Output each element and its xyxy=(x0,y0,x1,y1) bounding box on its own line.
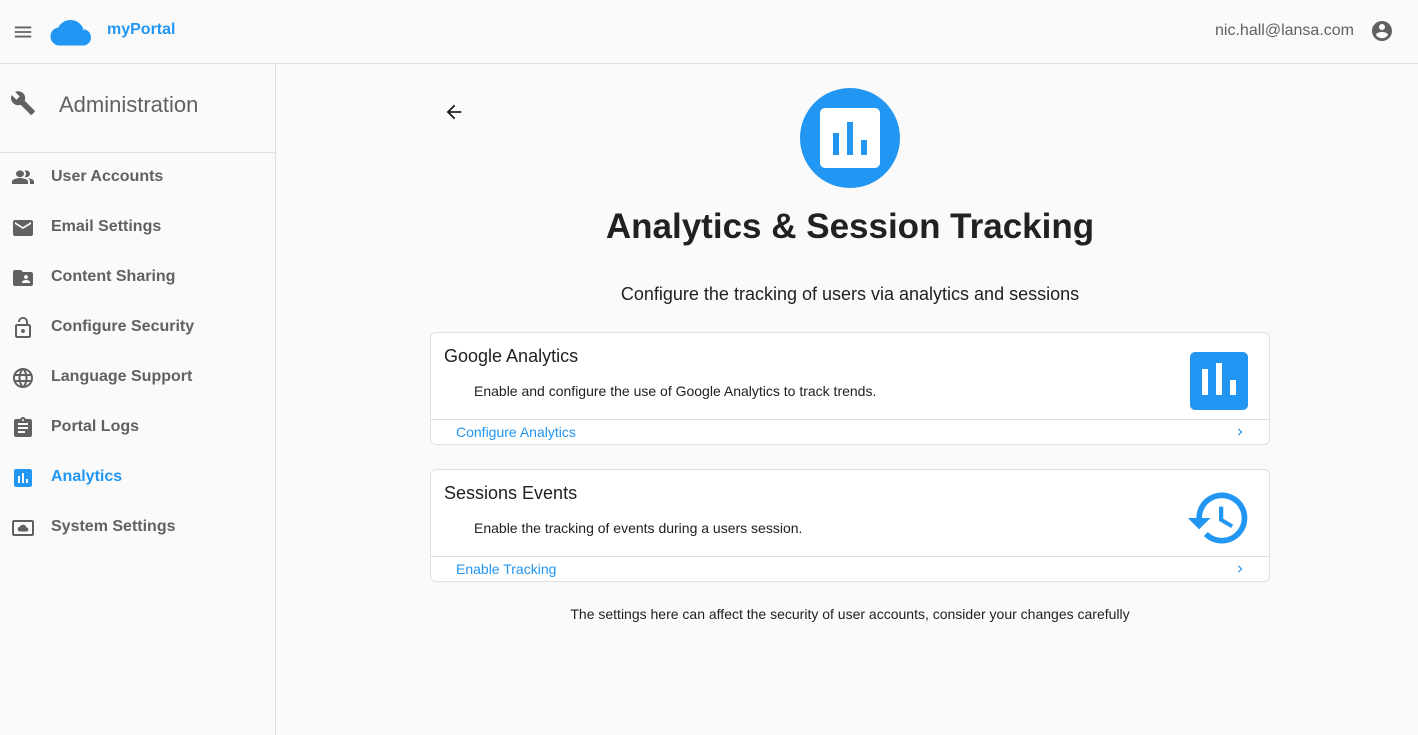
people-icon xyxy=(12,170,34,184)
chevron-right-icon[interactable] xyxy=(1233,562,1247,576)
sidebar-item-language-support[interactable]: Language Support xyxy=(0,353,275,403)
card-link-label[interactable]: Configure Analytics xyxy=(456,424,576,440)
sidebar-header: Administration xyxy=(0,64,275,153)
bar-chart-icon xyxy=(14,469,32,487)
configure-analytics-link[interactable]: Configure Analytics xyxy=(431,419,1269,444)
sidebar-item-configure-security[interactable]: Configure Security xyxy=(0,303,275,353)
sidebar-item-label: Configure Security xyxy=(51,318,195,335)
sidebar-item-portal-logs[interactable]: Portal Logs xyxy=(0,403,275,453)
sidebar-item-label: Analytics xyxy=(51,468,123,485)
lock-open-icon xyxy=(15,317,31,338)
session-events-card: Sessions Events Enable the tracking of e… xyxy=(430,469,1270,582)
sidebar-item-label: Email Settings xyxy=(51,218,162,235)
card-title: Google Analytics xyxy=(444,346,579,366)
globe-icon xyxy=(13,368,33,388)
hamburger-menu-icon[interactable] xyxy=(12,21,34,43)
sidebar-item-system-settings[interactable]: System Settings xyxy=(0,503,275,553)
sidebar-item-label: Portal Logs xyxy=(51,418,140,435)
account-circle-icon[interactable] xyxy=(1370,19,1394,43)
arrow-left-icon[interactable] xyxy=(443,101,465,123)
security-warning-note: The settings here can affect the securit… xyxy=(570,606,1130,622)
google-analytics-card: Google Analytics Enable and configure th… xyxy=(430,332,1270,445)
sidebar-item-user-accounts[interactable]: User Accounts xyxy=(0,153,275,203)
cloud-settings-icon xyxy=(12,520,34,536)
sidebar-item-label: Content Sharing xyxy=(51,268,176,285)
card-description: Enable the tracking of events during a u… xyxy=(474,520,803,536)
enable-tracking-link[interactable]: Enable Tracking xyxy=(431,556,1269,581)
sidebar-nav: User Accounts Email Settings Content Sha… xyxy=(0,153,275,553)
bar-chart-icon xyxy=(1190,352,1248,410)
sidebar-item-label: System Settings xyxy=(51,518,176,535)
chevron-right-icon[interactable] xyxy=(1233,425,1247,439)
hero-analytics-badge xyxy=(800,88,900,188)
mail-icon xyxy=(13,220,33,236)
clipboard-icon xyxy=(14,417,32,437)
app-title[interactable]: myPortal xyxy=(107,21,175,39)
wrench-icon xyxy=(11,91,35,115)
card-description: Enable and configure the use of Google A… xyxy=(474,383,877,399)
card-link-label[interactable]: Enable Tracking xyxy=(456,561,556,577)
sidebar-item-label: User Accounts xyxy=(51,168,164,185)
sidebar: Administration User Accounts Email Setti… xyxy=(0,64,276,735)
bar-chart-icon xyxy=(820,108,880,168)
card-title: Sessions Events xyxy=(444,483,578,503)
user-email: nic.hall@lansa.com xyxy=(1215,22,1354,39)
page-title: Analytics & Session Tracking xyxy=(605,207,1095,246)
cloud-icon xyxy=(50,20,91,46)
sidebar-item-content-sharing[interactable]: Content Sharing xyxy=(0,253,275,303)
app-header: myPortal nic.hall@lansa.com xyxy=(0,0,1418,64)
sidebar-item-email-settings[interactable]: Email Settings xyxy=(0,203,275,253)
history-icon xyxy=(1187,492,1248,544)
main-content: Analytics & Session Tracking Configure t… xyxy=(277,64,1418,735)
sidebar-item-label: Language Support xyxy=(51,368,193,385)
page-subtitle: Configure the tracking of users via anal… xyxy=(620,284,1080,304)
sidebar-item-analytics[interactable]: Analytics xyxy=(0,453,275,503)
sidebar-title: Administration xyxy=(59,92,199,117)
folder-shared-icon xyxy=(13,270,33,286)
